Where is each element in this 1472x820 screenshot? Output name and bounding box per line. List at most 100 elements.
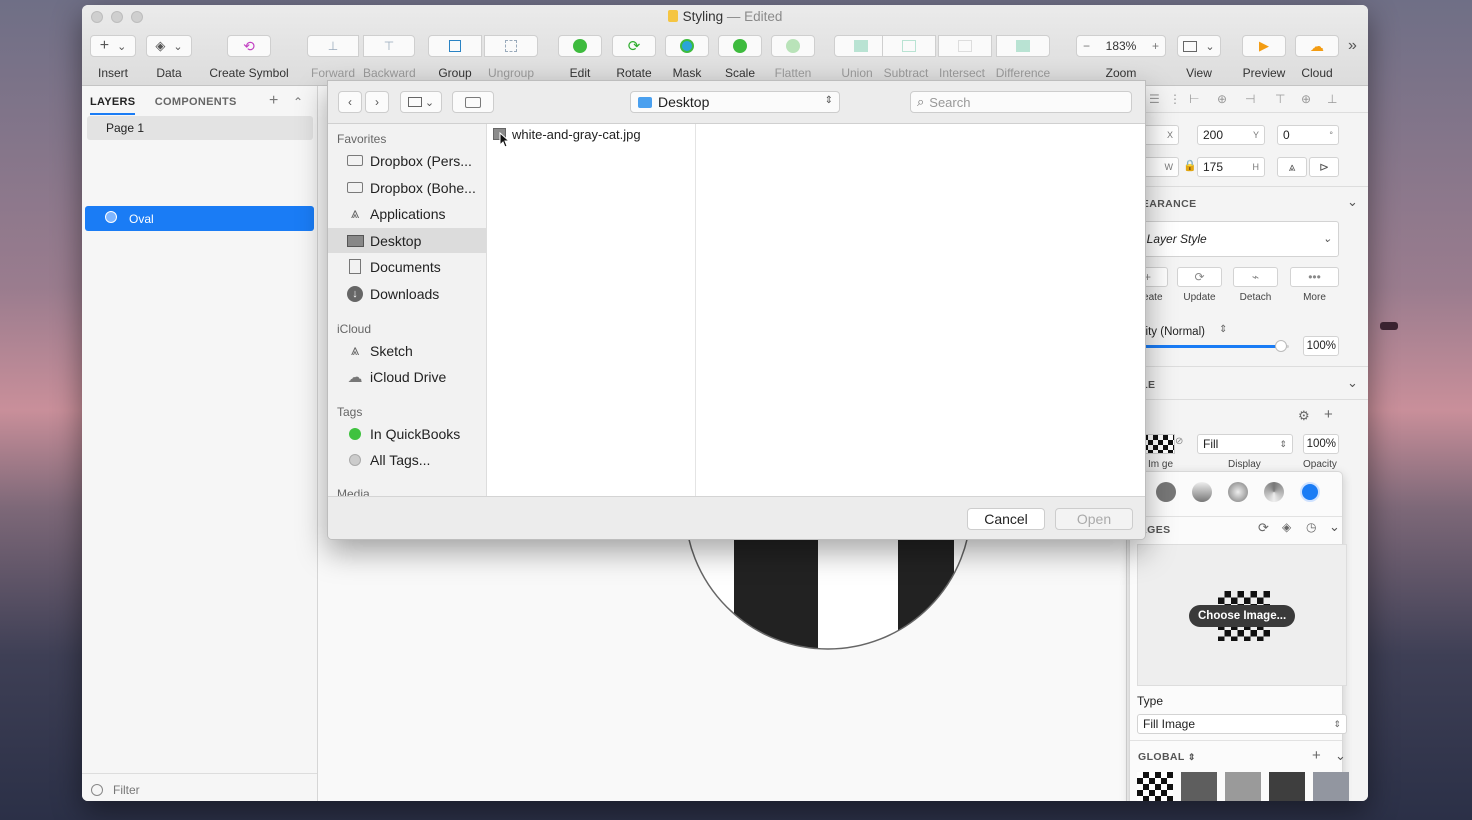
filter-input[interactable]: Filter (113, 783, 140, 797)
image-preview[interactable]: Choose Image... (1137, 544, 1347, 686)
insert-button[interactable]: + ⌄ Insert (90, 35, 136, 80)
difference-button[interactable]: Difference (994, 35, 1052, 80)
distribute-vertical-icon[interactable]: ⋮ (1169, 92, 1183, 106)
chevron-down-icon[interactable]: ⌄ (1347, 375, 1358, 391)
file-item[interactable]: white-and-gray-cat.jpg (493, 125, 641, 143)
opacity-slider-knob[interactable] (1274, 340, 1287, 352)
sidebar-item-icloud-drive[interactable]: ☁ iCloud Drive (328, 364, 486, 389)
tab-layers[interactable]: LAYERS (90, 96, 136, 115)
forward-button[interactable]: ⊥ Forward (307, 35, 359, 80)
opacity-field[interactable]: 100% (1303, 336, 1339, 356)
choose-image-button[interactable]: Choose Image... (1189, 605, 1296, 627)
forward-nav-button[interactable]: › (365, 91, 389, 113)
edit-button[interactable]: Edit (558, 35, 602, 80)
search-field[interactable]: ⌕ Search (910, 91, 1132, 113)
cancel-button[interactable]: Cancel (967, 508, 1045, 530)
chevron-down-icon[interactable]: ⌄ (1347, 194, 1358, 210)
sidebar-item-applications[interactable]: ⩓ Applications (328, 201, 486, 226)
sidebar-item-downloads[interactable]: ↓ Downloads (328, 281, 486, 306)
chevron-down-icon[interactable]: ⌄ (1335, 748, 1346, 764)
blend-mode-chevron-icon[interactable]: ⇕ (1219, 324, 1227, 335)
more-style-button[interactable]: ••• (1290, 267, 1339, 287)
global-header[interactable]: GLOBAL ⇕ (1138, 751, 1196, 763)
fill-opacity-field[interactable]: 100% (1303, 434, 1339, 454)
clock-icon[interactable]: ◷ (1306, 520, 1316, 534)
sidebar-item-tag-quickbooks[interactable]: In QuickBooks (328, 421, 486, 446)
global-image-swatch[interactable] (1137, 772, 1173, 801)
sidebar-item-dropbox-personal[interactable]: Dropbox (Pers... (328, 148, 486, 173)
sidebar-item-dropbox-bohe[interactable]: Dropbox (Bohe... (328, 175, 486, 200)
align-center-icon[interactable]: ⊕ (1217, 92, 1229, 106)
collapse-pages-button[interactable]: ⌃ (293, 95, 303, 109)
refresh-icon[interactable]: ⟳ (1258, 520, 1269, 536)
height-field[interactable]: 175 H (1197, 157, 1265, 177)
global-image-swatch[interactable] (1181, 772, 1217, 801)
image-fill-icon[interactable] (1300, 482, 1320, 502)
backward-button[interactable]: ⊤ Backward (363, 35, 416, 80)
align-bottom-icon[interactable]: ⊥ (1327, 92, 1339, 106)
align-left-edge-icon[interactable]: ⊢ (1189, 92, 1201, 106)
intersect-button[interactable]: Intersect (938, 35, 992, 80)
flip-vertical-button[interactable]: ⊳ (1309, 157, 1339, 177)
zoom-in-button[interactable]: + (1152, 39, 1159, 53)
zoom-out-button[interactable]: − (1083, 39, 1090, 53)
align-middle-icon[interactable]: ⊕ (1301, 92, 1313, 106)
rotate-button[interactable]: ⟳ Rotate (612, 35, 656, 80)
y-field[interactable]: 200 Y (1197, 125, 1265, 145)
layer-style-select[interactable]: No Layer Style ⌄ (1121, 221, 1339, 257)
view-mode-button[interactable]: ⌄ (400, 91, 442, 113)
union-button[interactable]: Union (834, 35, 888, 80)
linear-gradient-icon[interactable] (1192, 482, 1212, 502)
layers-icon[interactable]: ◈ (1282, 520, 1291, 534)
flip-horizontal-button[interactable]: ⩓ (1277, 157, 1307, 177)
add-page-button[interactable]: + (269, 92, 278, 110)
subtract-button[interactable]: Subtract (882, 35, 936, 80)
angular-gradient-icon[interactable] (1264, 482, 1284, 502)
location-select[interactable]: Desktop ⇕ (630, 91, 840, 113)
opacity-slider[interactable] (1127, 340, 1289, 352)
sidebar-item-all-tags[interactable]: All Tags... (328, 447, 486, 472)
type-select[interactable]: Fill Image ⇕ (1137, 714, 1347, 734)
layer-item-oval[interactable]: Oval (85, 206, 314, 231)
update-style-button[interactable]: ⟳ (1177, 267, 1222, 287)
add-fill-button[interactable]: + (1324, 406, 1333, 423)
sidebar-item-desktop[interactable]: Desktop (328, 228, 486, 253)
page-item[interactable]: Page 1 (87, 116, 313, 140)
height-value: 175 (1203, 160, 1224, 174)
cloud-button[interactable]: ☁ Cloud (1295, 35, 1339, 80)
scale-button[interactable]: Scale (718, 35, 762, 80)
new-folder-button[interactable] (452, 91, 494, 113)
preview-button[interactable]: ▶ Preview (1242, 35, 1286, 80)
fill-type-select[interactable]: Fill ⇕ (1197, 434, 1293, 454)
chevron-down-icon[interactable]: ⌄ (1329, 519, 1340, 535)
data-button[interactable]: ◈ ⌄ Data (146, 35, 192, 80)
create-symbol-button[interactable]: ⟲ Create Symbol (204, 35, 294, 80)
radial-gradient-icon[interactable] (1228, 482, 1248, 502)
align-top-icon[interactable]: ⊤ (1275, 92, 1287, 106)
flatten-button[interactable]: Flatten (771, 35, 815, 80)
add-image-button[interactable]: + (1312, 747, 1321, 764)
rotation-field[interactable]: 0 ° (1277, 125, 1339, 145)
global-image-swatch[interactable] (1269, 772, 1305, 801)
gear-icon[interactable]: ⚙ (1298, 408, 1310, 424)
view-label: View (1186, 66, 1212, 80)
mask-button[interactable]: Mask (665, 35, 709, 80)
back-button[interactable]: ‹ (338, 91, 362, 113)
distribute-icon[interactable]: ☰ (1149, 92, 1162, 106)
solid-fill-icon[interactable] (1156, 482, 1176, 502)
sidebar-item-documents[interactable]: Documents (328, 254, 486, 279)
ungroup-button[interactable]: Ungroup (484, 35, 538, 80)
more-toolbar-button[interactable]: » (1348, 37, 1357, 55)
link-icon: ⊘ (1175, 436, 1184, 447)
view-button[interactable]: ⌄ View (1176, 35, 1222, 80)
type-value: Fill Image (1143, 717, 1196, 731)
group-button[interactable]: Group (428, 35, 482, 80)
global-image-swatch[interactable] (1313, 772, 1349, 801)
sidebar-item-sketch[interactable]: ⩓ Sketch (328, 338, 486, 363)
align-right-edge-icon[interactable]: ⊣ (1245, 92, 1257, 106)
global-image-swatch[interactable] (1225, 772, 1261, 801)
detach-style-button[interactable]: ⌁ (1233, 267, 1278, 287)
tab-components[interactable]: COMPONENTS (155, 96, 237, 108)
open-button[interactable]: Open (1055, 508, 1133, 530)
lock-proportions-icon[interactable]: 🔒 (1183, 159, 1197, 172)
